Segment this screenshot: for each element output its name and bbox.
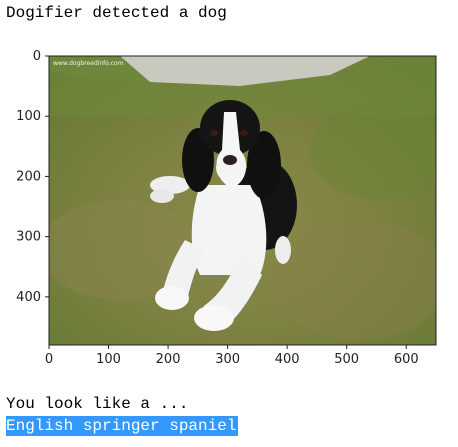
x-tick-label: 200 xyxy=(156,352,181,367)
y-tick-label: 400 xyxy=(16,290,41,305)
x-tick-label: 0 xyxy=(45,352,53,367)
x-tick-label: 600 xyxy=(394,352,419,367)
output-line-breed[interactable]: English springer spaniel xyxy=(6,416,239,436)
x-tick-label: 100 xyxy=(96,352,121,367)
y-tick-label: 200 xyxy=(16,169,41,184)
image-plot: www.dogbreedinfo.com 0 100 200 300 400 500 600… xyxy=(16,49,437,367)
y-tick-label: 0 xyxy=(33,49,41,64)
x-tick-label: 500 xyxy=(334,352,359,367)
y-tick-label: 300 xyxy=(16,230,41,245)
dog-photo: www.dogbreedinfo.com xyxy=(49,56,436,345)
y-axis: 0 100 200 300 400 xyxy=(16,49,49,305)
x-axis: 0 100 200 300 400 500 600 xyxy=(45,345,419,367)
y-tick-label: 100 xyxy=(16,109,41,124)
output-line-prompt: You look like a ... xyxy=(6,395,189,413)
x-tick-label: 400 xyxy=(275,352,300,367)
x-tick-label: 300 xyxy=(215,352,240,367)
photo-watermark: www.dogbreedinfo.com xyxy=(53,60,124,67)
